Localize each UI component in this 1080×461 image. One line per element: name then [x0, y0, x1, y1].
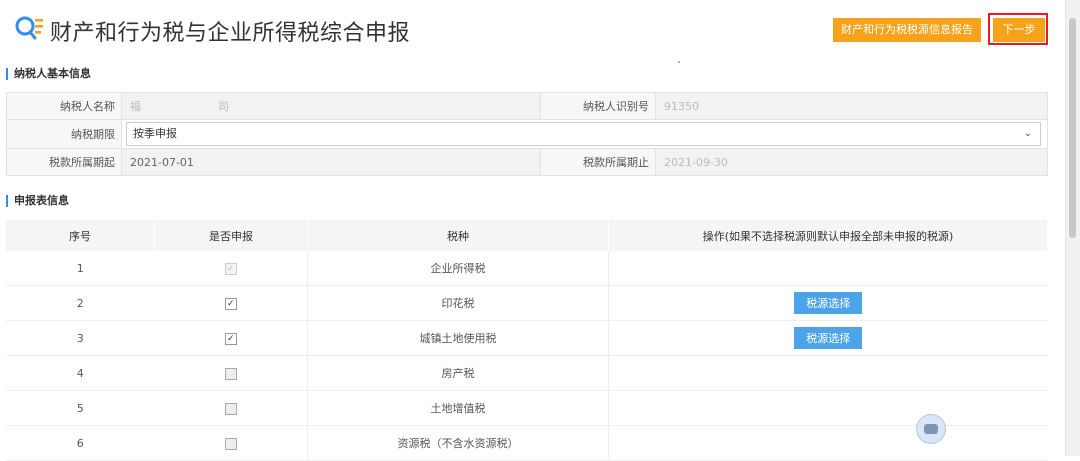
table-row: 1 ✓ 企业所得税: [6, 251, 1048, 286]
declare-checkbox[interactable]: [224, 402, 237, 415]
basic-info-section-title: 纳税人基本信息: [6, 68, 91, 80]
page-header: 财产和行为税与企业所得税综合申报 财产和行为税税源信息报告 下一步: [0, 0, 1066, 60]
tax-type-name: 印花税: [307, 285, 609, 321]
tax-type-name: 城镇土地使用税: [307, 320, 609, 356]
row-number: 3: [6, 320, 155, 356]
declaration-table: 序号 是否申报 税种 操作(如果不选择税源则默认申报全部未申报的税源) 1 ✓ 企业…: [6, 220, 1048, 461]
next-step-button[interactable]: 下一步: [993, 18, 1045, 42]
tax-type-name: 资源税（不含水资源税）: [307, 425, 609, 461]
col-header-action: 操作(如果不选择税源则默认申报全部未申报的税源): [608, 220, 1048, 251]
period-end-value: 2021-09-30: [655, 148, 1048, 176]
row-number: 6: [6, 425, 155, 461]
tax-period-select[interactable]: 按季申报 ⌄: [126, 122, 1041, 146]
search-list-icon: [15, 16, 43, 40]
table-row: 5 土地增值税: [6, 390, 1048, 426]
declare-checkbox[interactable]: [224, 367, 237, 380]
period-start-label: 税款所属期起: [6, 148, 122, 176]
table-row: 2 ✓ 印花税 税源选择: [6, 285, 1048, 321]
declare-checkbox[interactable]: [224, 437, 237, 450]
tax-type-name: 房产税: [307, 355, 609, 391]
col-header-tax-type: 税种: [307, 220, 609, 251]
stray-dot: [678, 61, 680, 63]
taxpayer-info-table: 纳税人名称 福 司 纳税人识别号 91350 纳税期限 按季申报 ⌄ 税款所属期…: [6, 92, 1048, 176]
tax-source-report-button[interactable]: 财产和行为税税源信息报告: [833, 18, 981, 42]
period-start-value: 2021-07-01: [121, 148, 541, 176]
row-number: 1: [6, 251, 155, 286]
taxpayer-name-value: 福 司: [121, 92, 541, 120]
row-number: 2: [6, 285, 155, 321]
declare-checkbox[interactable]: ✓: [224, 332, 237, 345]
taxpayer-id-label: 纳税人识别号: [540, 92, 656, 120]
declare-checkbox: ✓: [224, 262, 237, 275]
tax-source-select-button[interactable]: 税源选择: [794, 327, 863, 349]
page-title: 财产和行为税与企业所得税综合申报: [50, 21, 411, 46]
tax-source-select-button[interactable]: 税源选择: [794, 292, 863, 314]
period-end-label: 税款所属期止: [540, 148, 656, 176]
table-row: 4 房产税: [6, 355, 1048, 391]
row-number: 4: [6, 355, 155, 391]
chevron-down-icon: ⌄: [1023, 128, 1032, 139]
table-row: 6 资源税（不含水资源税）: [6, 425, 1048, 461]
scrollbar-thumb[interactable]: [1069, 18, 1076, 238]
col-header-declare: 是否申报: [154, 220, 308, 251]
table-row: 3 ✓ 城镇土地使用税 税源选择: [6, 320, 1048, 356]
page-scrollbar[interactable]: [1065, 0, 1080, 456]
row-number: 5: [6, 390, 155, 426]
tax-type-name: 企业所得税: [307, 251, 609, 286]
robot-assistant-icon[interactable]: [916, 414, 946, 444]
col-header-no: 序号: [6, 220, 155, 251]
tax-type-name: 土地增值税: [307, 390, 609, 426]
taxpayer-name-label: 纳税人名称: [6, 92, 122, 120]
declare-checkbox[interactable]: ✓: [224, 297, 237, 310]
tax-period-label: 纳税期限: [6, 119, 122, 149]
taxpayer-id-value: 91350: [655, 92, 1048, 120]
declaration-section-title: 申报表信息: [6, 195, 69, 207]
tax-period-selected: 按季申报: [133, 127, 177, 140]
